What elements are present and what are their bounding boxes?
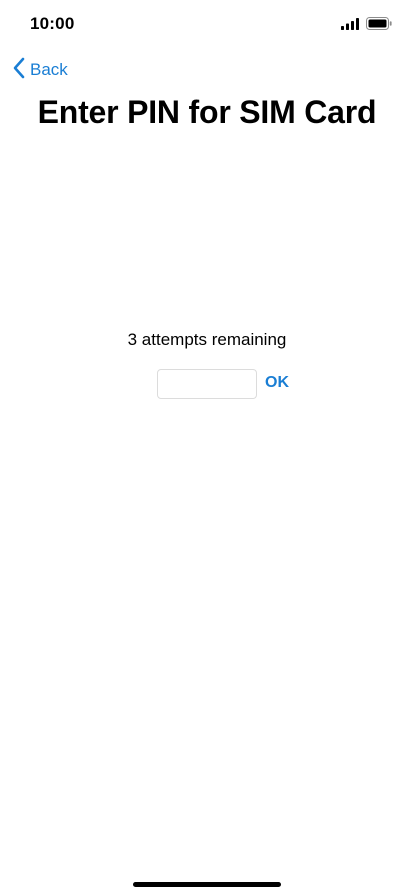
back-button[interactable]: Back	[12, 57, 68, 84]
back-label: Back	[30, 60, 68, 79]
home-indicator[interactable]	[133, 882, 281, 887]
pin-input[interactable]	[157, 369, 257, 399]
chevron-left-icon	[12, 57, 26, 84]
status-icons	[341, 17, 392, 35]
status-time: 10:00	[30, 14, 75, 33]
status-bar: 10:00	[0, 0, 414, 48]
cellular-signal-icon	[341, 17, 360, 35]
page-title: Enter PIN for SIM Card	[37, 94, 377, 130]
ok-button[interactable]: OK	[265, 374, 289, 392]
battery-icon	[366, 17, 392, 35]
attempts-remaining-text: 3 attempts remaining	[127, 330, 287, 349]
